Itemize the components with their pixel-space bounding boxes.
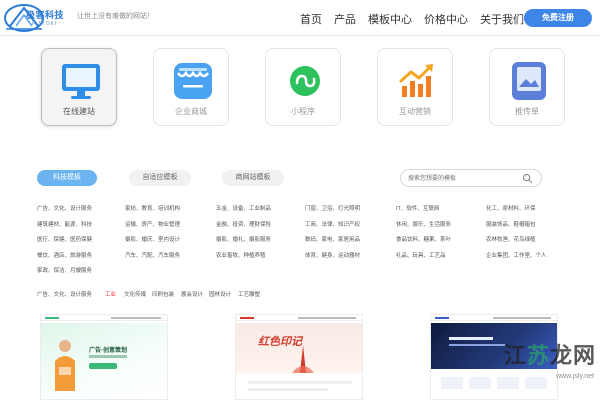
tag-link-hot[interactable]: 工业	[105, 290, 116, 298]
flyer-icon	[507, 59, 551, 103]
link-row: 餐饮、酒店、旅游服务 汽车、汽配、汽车服务 农业畜牧、种植养殖 体育、健身、运动…	[37, 251, 561, 267]
template-search-input[interactable]	[408, 173, 520, 184]
template-topbar	[431, 315, 557, 321]
category-tile-marketing[interactable]: 互动营销	[377, 48, 453, 126]
industry-link[interactable]: 建筑建材、能源、科技	[37, 220, 92, 228]
template-feature-row	[441, 377, 547, 389]
tab-shop-templates[interactable]: 商网站模板	[222, 170, 284, 186]
industry-link[interactable]: 运输、房产、物业管理	[125, 220, 180, 228]
category-tiles: 在线建站 企业商城 小程序 互动营销 推传单	[41, 48, 565, 126]
template-topbar	[236, 315, 362, 321]
person-illustration	[55, 340, 75, 391]
brand-subtitle: F.JYOKI	[32, 21, 58, 27]
monument-illustration	[292, 345, 314, 373]
industry-link[interactable]: IT、软件、互联网	[396, 204, 439, 212]
category-label: 互动营销	[399, 107, 431, 116]
link-row: 建筑建材、能源、科技 运输、房产、物业管理 金融、投资、理财保险 工商、法律、知…	[37, 220, 561, 236]
watermark-url: www.jsly.net	[556, 373, 594, 380]
mini-program-icon	[283, 59, 327, 103]
industry-link[interactable]: 休闲、娱乐、生活服务	[396, 220, 451, 228]
industry-link[interactable]: 餐饮、酒店、旅游服务	[37, 251, 92, 259]
template-topbar	[41, 315, 167, 321]
template-hero-line	[449, 337, 493, 340]
tag-row: 广告、文化、设计服务 工业 文化传媒 印刷包装 展会设计 园林设计 工艺雕塑	[37, 290, 457, 300]
nav-item-pricing[interactable]: 价格中心	[424, 11, 468, 27]
industry-link[interactable]: 医疗、保健、医药保健	[37, 235, 92, 243]
tab-tech-templates[interactable]: 科技模板	[37, 170, 97, 186]
industry-link[interactable]: 门窗、卫浴、灯光照明	[305, 204, 360, 212]
site-slogan: 让世上没有难做的网站！	[77, 13, 154, 20]
industry-link[interactable]: 摄影、婚庆、室内设计	[125, 235, 180, 243]
template-headline: 广告·创意策划	[89, 348, 127, 354]
nav-item-about[interactable]: 关于我们	[480, 11, 524, 27]
industry-link[interactable]: 食品饮料、糖果、茶叶	[396, 235, 451, 243]
industry-link[interactable]: 礼品、玩具、工艺品	[396, 251, 446, 259]
category-tile-miniprogram[interactable]: 小程序	[265, 48, 341, 126]
category-tile-flyer[interactable]: 推传单	[489, 48, 565, 126]
nav-item-templates[interactable]: 模板中心	[368, 11, 412, 27]
register-button[interactable]: 免费注册	[524, 9, 592, 27]
industry-link[interactable]: 金融、投资、理财保险	[216, 220, 271, 228]
tag-link[interactable]: 园林设计	[209, 290, 231, 298]
template-filter-bar: 科技模板 自适应模板 商网站模板	[37, 169, 543, 187]
category-label: 企业商城	[175, 107, 207, 116]
nav-item-products[interactable]: 产品	[334, 11, 356, 27]
growth-chart-icon	[395, 59, 439, 103]
watermark-accent: 苏	[526, 343, 550, 368]
industry-link[interactable]: 汽车、汽配、汽车服务	[125, 251, 180, 259]
template-search-box	[400, 169, 542, 187]
nav-item-home[interactable]: 首页	[300, 11, 322, 27]
industry-link[interactable]: 农林牧渔、花鸟绿植	[486, 235, 536, 243]
category-tile-store[interactable]: 企业商城	[153, 48, 229, 126]
template-card-2[interactable]: 红色印记	[235, 314, 363, 400]
industry-link[interactable]: 摄影、婚礼、摄影服务	[216, 235, 271, 243]
link-row: 家政、保洁、月嫂服务	[37, 266, 561, 282]
template-content-strip	[236, 373, 362, 399]
industry-link[interactable]: 家纺、教育、培训机构	[125, 204, 180, 212]
link-row: 广告、文化、设计服务 家纺、教育、培训机构 五金、设备、工业制品 门窗、卫浴、灯…	[37, 204, 561, 220]
industry-link[interactable]: 家政、保洁、月嫂服务	[37, 266, 92, 274]
industry-link[interactable]: 体育、健身、运动器材	[305, 251, 360, 259]
industry-link[interactable]: 农业畜牧、种植养殖	[216, 251, 266, 259]
tag-link[interactable]: 工艺雕塑	[238, 290, 260, 298]
search-icon[interactable]	[522, 173, 533, 184]
storefront-icon	[171, 59, 215, 103]
monitor-icon	[59, 59, 103, 103]
industry-link[interactable]: 数码、家电、家居用品	[305, 235, 360, 243]
site-header: 极客科技 F.JYOKI 让世上没有难做的网站！ 首页 产品 模板中心 价格中心…	[0, 0, 600, 36]
site-watermark: 江苏龙网	[503, 343, 596, 368]
main-nav: 首页 产品 模板中心 价格中心 关于我们	[300, 11, 524, 27]
tag-link[interactable]: 广告、文化、设计服务	[37, 290, 92, 298]
brand-name: 极客科技	[26, 10, 65, 20]
template-thumbnails: 广告·创意策划 红色印记	[40, 314, 558, 400]
industry-link[interactable]: 五金、设备、工业制品	[216, 204, 271, 212]
industry-link[interactable]: 广告、文化、设计服务	[37, 204, 92, 212]
category-label: 在线建站	[63, 107, 95, 116]
template-cta-shape	[89, 363, 117, 369]
template-subline	[89, 355, 127, 358]
industry-links: 广告、文化、设计服务 家纺、教育、培训机构 五金、设备、工业制品 门窗、卫浴、灯…	[37, 204, 561, 282]
link-row: 医疗、保健、医药保健 摄影、婚庆、室内设计 摄影、婚礼、摄影服务 数码、家电、家…	[37, 235, 561, 251]
category-label: 推传单	[515, 107, 539, 116]
tag-link[interactable]: 文化传媒	[124, 290, 146, 298]
industry-link[interactable]: 工商、法律、知识产权	[305, 220, 360, 228]
template-card-1[interactable]: 广告·创意策划	[40, 314, 168, 400]
industry-link[interactable]: 化工、原材料、环保	[486, 204, 536, 212]
template-hero-line	[449, 344, 505, 346]
category-tile-website[interactable]: 在线建站	[41, 48, 117, 126]
category-label: 小程序	[291, 107, 315, 116]
tag-link[interactable]: 印刷包装	[152, 290, 174, 298]
industry-link[interactable]: 服装饰品、鞋帽箱包	[486, 220, 536, 228]
tag-link[interactable]: 展会设计	[181, 290, 203, 298]
industry-link[interactable]: 企业集团、工作室、个人	[486, 251, 547, 259]
tab-responsive-templates[interactable]: 自适应模板	[129, 170, 191, 186]
